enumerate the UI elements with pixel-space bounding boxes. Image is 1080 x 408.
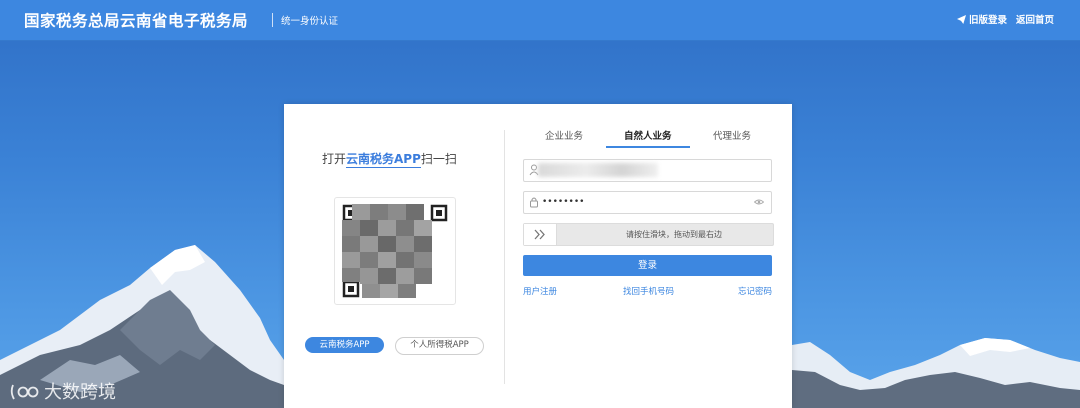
site-title: 国家税务总局云南省电子税务局 [24,12,249,30]
qr-code-box [334,197,456,305]
qr-prompt-suffix: 扫一扫 [420,152,457,166]
top-header-bar: 国家税务总局云南省电子税务局 统一身份认证 旧版登录 返回首页 [0,0,1080,41]
home-link[interactable]: 返回首页 [1016,12,1054,26]
tab-agent[interactable]: 代理业务 [713,128,751,142]
watermark-logo-icon [10,384,39,400]
login-button[interactable]: 登录 [523,255,772,276]
qr-prompt-app-name: 云南税务APP [346,152,421,168]
panel-divider [504,130,505,384]
forgot-password-link[interactable]: 忘记密码 [738,285,772,297]
old-login-label: 旧版登录 [969,15,1008,26]
slider-knob[interactable] [524,224,557,245]
password-input[interactable] [542,194,742,210]
qr-prompt-prefix: 打开 [322,152,347,166]
active-tab-indicator [606,146,690,148]
recover-phone-link[interactable]: 找回手机号码 [623,285,674,297]
double-chevron-right-icon [534,229,545,240]
account-field[interactable] [523,159,772,182]
watermark-text: 大数跨境 [44,382,116,403]
watermark: 大数跨境 [10,378,116,404]
title-divider [272,13,273,27]
slider-captcha: 请按住滑块，拖动到最右边 [523,223,774,246]
account-input[interactable] [542,162,742,178]
qr-code-image [342,204,448,298]
register-link[interactable]: 用户注册 [523,285,557,297]
password-field[interactable] [523,191,772,214]
login-card: 打开云南税务APP扫一扫 云南税务APP 个人所得税APP 企业业务 自然人业务… [284,104,792,408]
app-tab-yunnan-tax[interactable]: 云南税务APP [305,337,384,353]
eye-icon[interactable] [754,198,764,206]
lock-icon [530,197,538,208]
qr-scan-prompt: 打开云南税务APP扫一扫 [322,150,457,168]
paper-plane-icon [957,15,966,24]
old-login-link[interactable]: 旧版登录 [957,12,1007,26]
tab-enterprise[interactable]: 企业业务 [545,128,583,142]
slider-instruction: 请按住滑块，拖动到最右边 [626,230,722,239]
tab-natural-person[interactable]: 自然人业务 [624,128,672,142]
site-subtitle: 统一身份认证 [281,16,339,27]
app-tab-personal-income-tax[interactable]: 个人所得税APP [395,337,484,355]
